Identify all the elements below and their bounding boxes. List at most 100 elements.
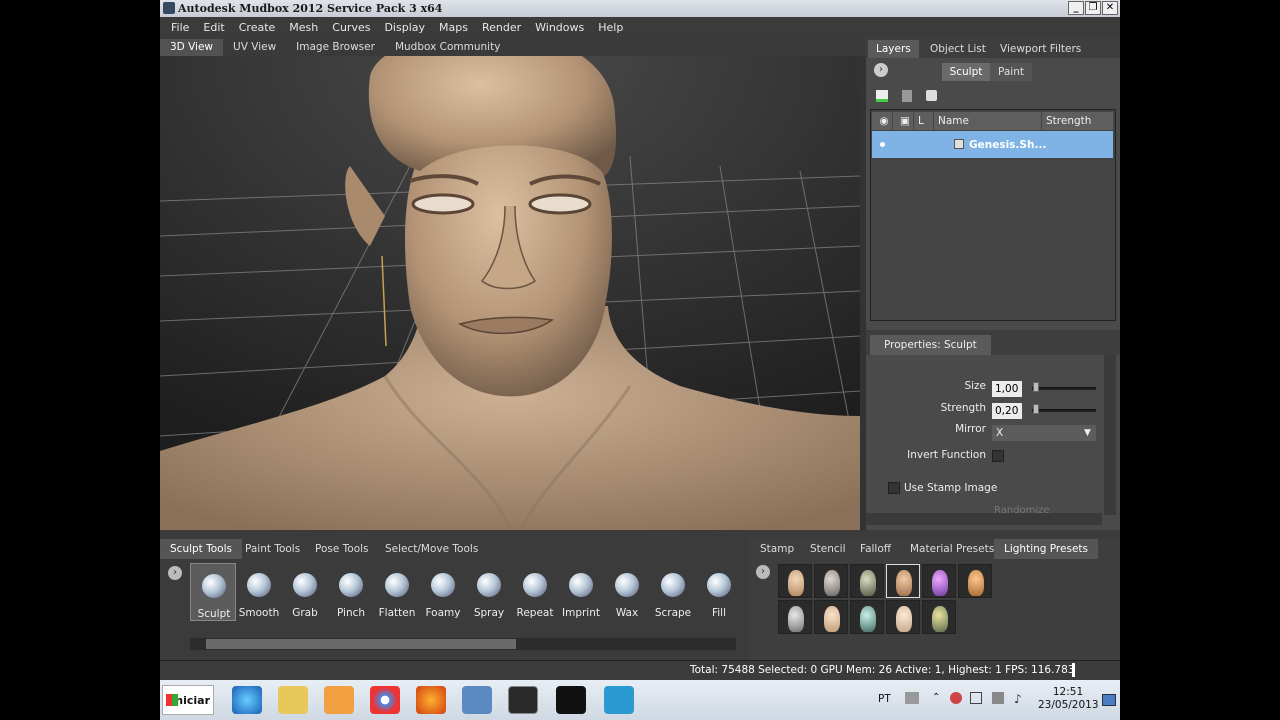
network-icon[interactable]	[462, 686, 492, 714]
tab-mudbox-community[interactable]: Mudbox Community	[385, 39, 510, 56]
app-taskbar-icon[interactable]	[604, 686, 634, 714]
tools-scrollbar-thumb[interactable]	[206, 639, 516, 649]
show-hidden-icons-icon[interactable]: ⌃	[932, 692, 940, 703]
action-center-icon[interactable]	[970, 692, 982, 704]
properties-h-scrollbar[interactable]	[866, 513, 1102, 525]
new-layer-icon[interactable]	[876, 90, 888, 102]
tab-falloff[interactable]: Falloff	[850, 539, 901, 559]
tab-viewport-filters[interactable]: Viewport Filters	[992, 40, 1089, 58]
stamp-image-checkbox[interactable]	[888, 482, 900, 494]
tab-pose-tools[interactable]: Pose Tools	[305, 539, 379, 559]
lighting-preset-2[interactable]	[814, 564, 848, 598]
layer-row[interactable]: Genesis.Sh...	[872, 131, 1113, 158]
tab-paint-tools[interactable]: Paint Tools	[235, 539, 310, 559]
tray-options-icon[interactable]: ›	[168, 566, 182, 580]
tool-sculpt[interactable]: Sculpt	[190, 563, 236, 621]
lighting-preset-11[interactable]	[922, 600, 956, 634]
tab-material-presets[interactable]: Material Presets	[900, 539, 1004, 559]
strength-slider-handle[interactable]	[1033, 404, 1039, 414]
mudbox-taskbar-icon[interactable]	[508, 686, 538, 714]
tool-pinch[interactable]: Pinch	[328, 563, 374, 621]
tab-stencil[interactable]: Stencil	[800, 539, 856, 559]
mirror-select[interactable]: X	[992, 425, 1096, 441]
tab-object-list[interactable]: Object List	[922, 40, 994, 58]
lighting-preset-1[interactable]	[778, 564, 812, 598]
strength-slider[interactable]	[1032, 409, 1096, 412]
presets-options-icon[interactable]: ›	[756, 565, 770, 579]
menu-help[interactable]: Help	[591, 21, 630, 34]
strength-input[interactable]: 0,20	[992, 403, 1022, 419]
tab-uv-view[interactable]: UV View	[223, 39, 286, 56]
tool-grab[interactable]: Grab	[282, 563, 328, 621]
col-strength: Strength	[1046, 115, 1092, 127]
visibility-eye-icon[interactable]: ◉	[872, 112, 893, 130]
chevron-down-icon[interactable]: ▼	[1084, 425, 1091, 441]
language-indicator[interactable]: PT	[878, 693, 891, 705]
firefox-icon[interactable]	[416, 686, 446, 714]
network-tray-icon[interactable]	[992, 692, 1004, 704]
menu-mesh[interactable]: Mesh	[282, 21, 325, 34]
layer-mask-icon[interactable]	[926, 90, 937, 101]
lighting-preset-7[interactable]	[778, 600, 812, 634]
tool-smooth[interactable]: Smooth	[236, 563, 282, 621]
lighting-preset-3[interactable]	[850, 564, 884, 598]
3d-viewport[interactable]	[160, 56, 860, 530]
tab-select-move-tools[interactable]: Select/Move Tools	[375, 539, 488, 559]
lighting-preset-8[interactable]	[814, 600, 848, 634]
clock[interactable]: 12:51 23/05/2013	[1038, 686, 1099, 712]
close-button[interactable]: ✕	[1102, 1, 1118, 15]
tab-lighting-presets[interactable]: Lighting Presets	[994, 539, 1098, 559]
menu-create[interactable]: Create	[232, 21, 283, 34]
tool-repeat[interactable]: Repeat	[512, 563, 558, 621]
menu-curves[interactable]: Curves	[325, 21, 377, 34]
menu-file[interactable]: File	[164, 21, 196, 34]
show-desktop-icon[interactable]	[1102, 694, 1116, 706]
menu-render[interactable]: Render	[475, 21, 528, 34]
tab-layers[interactable]: Layers	[868, 40, 919, 58]
lighting-preset-4[interactable]	[886, 564, 920, 598]
delete-layer-icon[interactable]	[902, 90, 912, 102]
media-player-icon[interactable]	[324, 686, 354, 714]
lighting-preset-9[interactable]	[850, 600, 884, 634]
size-slider-handle[interactable]	[1033, 382, 1039, 392]
tool-spray[interactable]: Spray	[466, 563, 512, 621]
lighting-preset-10[interactable]	[886, 600, 920, 634]
tool-imprint[interactable]: Imprint	[558, 563, 604, 621]
tab-stamp[interactable]: Stamp	[750, 539, 804, 559]
tab-image-browser[interactable]: Image Browser	[286, 39, 385, 56]
layer-visible-icon[interactable]	[880, 142, 885, 147]
minimize-button[interactable]: _	[1068, 1, 1084, 15]
recorder-taskbar-icon[interactable]	[556, 686, 586, 714]
tool-wax[interactable]: Wax	[604, 563, 650, 621]
tab-3d-view[interactable]: 3D View	[160, 39, 224, 56]
menu-windows[interactable]: Windows	[528, 21, 591, 34]
lighting-preset-6[interactable]	[958, 564, 992, 598]
start-button[interactable]: Iniciar	[162, 685, 214, 715]
tool-flatten[interactable]: Flatten	[374, 563, 420, 621]
keyboard-icon[interactable]	[905, 692, 919, 704]
maximize-button[interactable]: ❐	[1085, 1, 1101, 15]
menu-bar: File Edit Create Mesh Curves Display Map…	[160, 17, 1120, 37]
volume-icon[interactable]: ♪	[1014, 692, 1022, 706]
lighting-preset-5[interactable]	[922, 564, 956, 598]
sculpt-layers-toggle[interactable]: Sculpt	[942, 63, 990, 81]
size-input[interactable]: 1,00	[992, 381, 1022, 397]
folder-icon[interactable]	[278, 686, 308, 714]
menu-maps[interactable]: Maps	[432, 21, 475, 34]
properties-scrollbar[interactable]	[1104, 355, 1116, 515]
panel-options-icon[interactable]: ›	[874, 63, 888, 77]
properties-tab[interactable]: Properties: Sculpt	[870, 335, 991, 355]
tool-scrape[interactable]: Scrape	[650, 563, 696, 621]
internet-explorer-icon[interactable]	[232, 686, 262, 714]
tab-sculpt-tools[interactable]: Sculpt Tools	[160, 539, 242, 559]
menu-display[interactable]: Display	[377, 21, 432, 34]
invert-function-checkbox[interactable]	[992, 450, 1004, 462]
tool-foamy[interactable]: Foamy	[420, 563, 466, 621]
menu-edit[interactable]: Edit	[196, 21, 231, 34]
lock-icon[interactable]: ▣	[893, 112, 914, 130]
size-slider[interactable]	[1032, 387, 1096, 390]
chrome-icon[interactable]	[370, 686, 400, 714]
tray-app-icon[interactable]	[950, 692, 962, 704]
tool-fill[interactable]: Fill	[696, 563, 742, 621]
paint-layers-toggle[interactable]: Paint	[990, 63, 1032, 81]
